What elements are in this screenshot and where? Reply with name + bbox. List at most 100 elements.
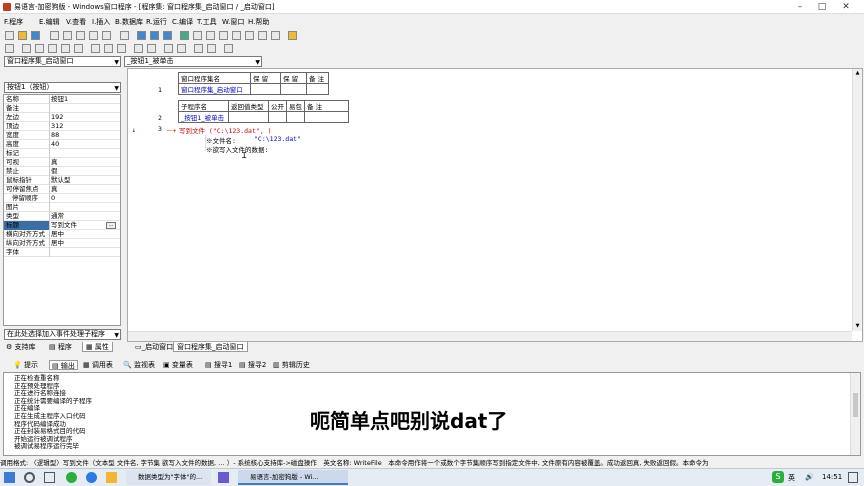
task-view-icon[interactable] [44,472,55,483]
view-form-icon[interactable] [150,31,159,40]
input-method-icon[interactable]: S [772,471,784,483]
tab-program[interactable]: ▤ 程序 [49,342,72,352]
copy-icon[interactable] [63,31,72,40]
menu-database[interactable]: B.数据库 [115,17,143,27]
editor-hscrollbar[interactable] [128,331,852,341]
paste-icon[interactable] [76,31,85,40]
menu-program[interactable]: F.程序 [4,17,23,27]
taskbar-item-active[interactable]: 易语言-加密狗版 - Wi... [238,470,348,485]
prop-row[interactable]: 图片 [4,203,120,212]
cell[interactable] [268,111,287,123]
center-h-icon[interactable] [164,44,173,53]
menu-insert[interactable]: I.插入 [92,17,110,27]
object-combo[interactable]: 按钮1（按钮） ▼ [4,82,121,93]
align-center-icon[interactable] [22,44,31,53]
same-height-icon[interactable] [104,44,113,53]
prop-row[interactable]: 类型 通常 [4,212,120,221]
code-editor[interactable]: 窗口程序集名 保 留 保 留 备 注 窗口程序集_启动窗口 1 子程序名 返回值… [127,68,863,342]
new-file-icon[interactable] [5,31,14,40]
taskbar-item[interactable]: 数据类型为"字体"的... [126,470,211,485]
delete-icon[interactable] [89,31,98,40]
cell[interactable] [304,111,349,123]
tab-assembly[interactable]: 窗口程序集_启动窗口 [173,342,248,352]
prop-row[interactable]: 左边 192 [4,113,120,122]
tab-properties[interactable]: ▦ 属性 [82,342,113,352]
tab-watch[interactable]: 🔍 监视表 [123,360,155,370]
cell[interactable] [228,111,269,123]
subroutine-name-cell[interactable]: _按钮1_被单击 [178,111,229,123]
cut-icon[interactable] [50,31,59,40]
cell[interactable] [286,111,305,123]
subroutine-combo[interactable]: _按钮1_被单击 ▼ [124,56,262,67]
vs-icon[interactable] [218,472,229,483]
prop-row[interactable]: 备注 [4,104,120,113]
bring-front-icon[interactable] [194,44,203,53]
align-left-icon[interactable] [5,44,14,53]
menu-tools[interactable]: T.工具 [197,17,217,27]
tab-variables[interactable]: ▣ 变量表 [163,360,193,370]
step-over-icon[interactable] [219,31,228,40]
help-pointer-icon[interactable] [288,31,297,40]
undo-icon[interactable] [102,31,111,40]
tab-support-lib[interactable]: ⚙ 支持库 [6,342,36,352]
prop-row[interactable]: 停留顺序 0 [4,194,120,203]
editor-vscrollbar[interactable]: ▲ ▼ [852,69,862,331]
open-folder-icon[interactable] [18,31,27,40]
tab-clip-history[interactable]: ▥ 剪辑历史 [273,360,310,370]
align-bottom-icon[interactable] [74,44,83,53]
maximize-button[interactable]: □ [813,1,831,13]
breakpoint-icon[interactable] [271,31,280,40]
view-program-icon[interactable] [137,31,146,40]
align-right-icon[interactable] [35,44,44,53]
step-into-icon[interactable] [206,31,215,40]
close-button[interactable]: ✕ [837,1,855,13]
lock-icon[interactable] [224,44,233,53]
assembly-combo[interactable]: 窗口程序集_启动窗口 ▼ [4,56,121,67]
menu-help[interactable]: H.帮助 [248,17,269,27]
find-icon[interactable] [120,31,129,40]
cell[interactable] [280,83,307,95]
volume-icon[interactable]: 🔊 [805,473,814,481]
folder-icon[interactable] [106,472,117,483]
language-indicator[interactable]: 英 [788,473,795,483]
scroll-down-icon[interactable]: ▼ [854,323,861,330]
param-value[interactable]: "C:\123.dat" [254,135,301,143]
cell[interactable] [250,83,281,95]
prop-row[interactable]: 纵向对齐方式 居中 [4,239,120,248]
code-call[interactable]: 写到文件 ("C:\123.dat", ) [179,125,272,135]
minimize-button[interactable]: – [791,1,809,13]
v-spacing-icon[interactable] [147,44,156,53]
prop-row[interactable]: 可视 真 [4,158,120,167]
tab-call-table[interactable]: ▦ 调用表 [83,360,113,370]
tab-search1[interactable]: ▤ 搜寻1 [205,360,232,370]
run-icon[interactable] [180,31,189,40]
cell[interactable] [306,83,329,95]
same-size-icon[interactable] [117,44,126,53]
windows-start-icon[interactable] [4,472,15,483]
menu-run[interactable]: R.运行 [146,17,167,27]
menu-edit[interactable]: E.编辑 [39,17,60,27]
h-spacing-icon[interactable] [134,44,143,53]
tab-search2[interactable]: ▤ 搜寻2 [239,360,266,370]
scroll-thumb[interactable] [853,393,858,417]
prop-row[interactable]: 鼠标指针 默认型 [4,176,120,185]
run-to-cursor-icon[interactable] [245,31,254,40]
tab-output[interactable]: ▤ 输出 [49,360,78,370]
event-combo[interactable]: 在此处选择加入事件处理子程序 ▼ [4,329,121,340]
same-width-icon[interactable] [91,44,100,53]
view-window-icon[interactable] [163,31,172,40]
prop-row[interactable]: 顶边 312 [4,122,120,131]
assembly-name-cell[interactable]: 窗口程序集_启动窗口 [178,83,251,95]
hand-icon[interactable] [258,31,267,40]
send-back-icon[interactable] [207,44,216,53]
align-middle-icon[interactable] [61,44,70,53]
menu-view[interactable]: V.查看 [66,17,86,27]
prop-row[interactable]: 可停留焦点 真 [4,185,120,194]
wechat-icon[interactable] [66,472,77,483]
search-icon[interactable] [24,472,35,483]
notification-icon[interactable] [848,472,858,483]
prop-row[interactable]: 名称 按钮1 [4,95,120,104]
prop-row[interactable]: 标记 [4,149,120,158]
prop-row[interactable]: 字体 [4,248,120,257]
prop-row[interactable]: 禁止 假 [4,167,120,176]
